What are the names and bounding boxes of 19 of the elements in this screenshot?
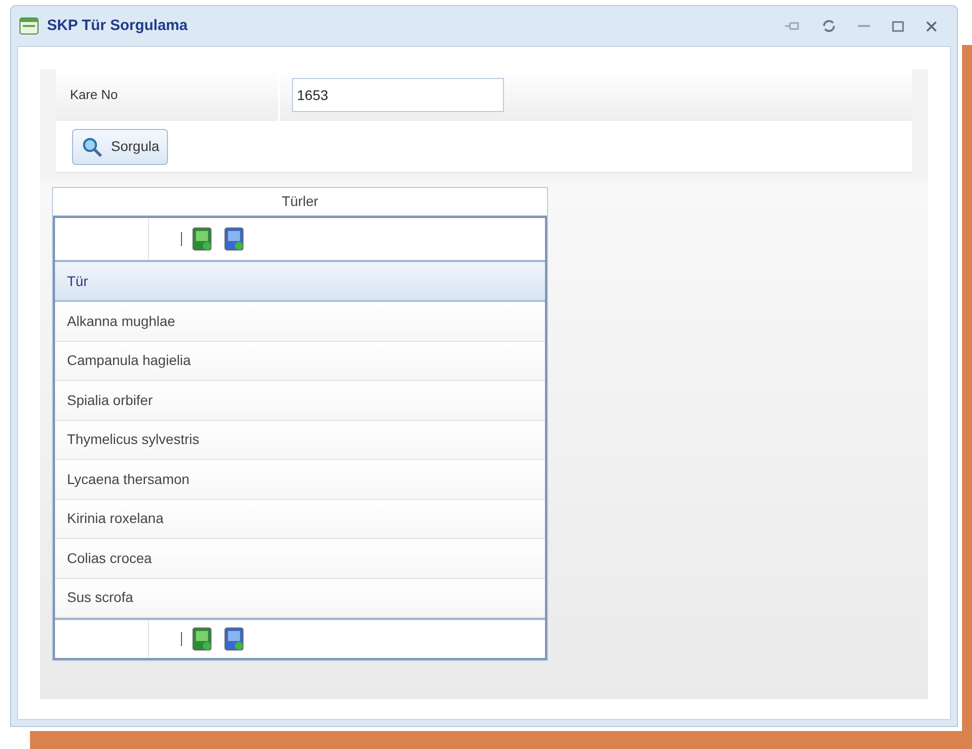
column-header[interactable]: Tür bbox=[55, 262, 545, 302]
window-icon bbox=[19, 17, 39, 35]
table-row[interactable]: Sus scrofa bbox=[55, 578, 545, 618]
export-icon[interactable] bbox=[224, 227, 246, 251]
export-icon[interactable] bbox=[192, 627, 214, 651]
query-button[interactable]: Sorgula bbox=[72, 128, 168, 164]
refresh-icon[interactable] bbox=[822, 19, 836, 33]
table-row[interactable]: Kirinia roxelana bbox=[55, 500, 545, 539]
kare-no-field[interactable]: 1653 bbox=[292, 78, 504, 112]
field-label: Kare No bbox=[70, 86, 118, 104]
panel-title: Türler bbox=[53, 188, 547, 216]
close-icon[interactable] bbox=[926, 20, 937, 32]
search-icon bbox=[81, 136, 103, 158]
table-row[interactable]: Thymelicus sylvestris bbox=[55, 420, 545, 460]
export-icon[interactable] bbox=[224, 627, 246, 651]
maximize-icon[interactable] bbox=[892, 20, 904, 32]
export-icon[interactable] bbox=[192, 227, 214, 251]
table-row[interactable]: Campanula hagielia bbox=[55, 342, 545, 381]
window-title: SKP Tür Sorgulama bbox=[47, 16, 188, 36]
